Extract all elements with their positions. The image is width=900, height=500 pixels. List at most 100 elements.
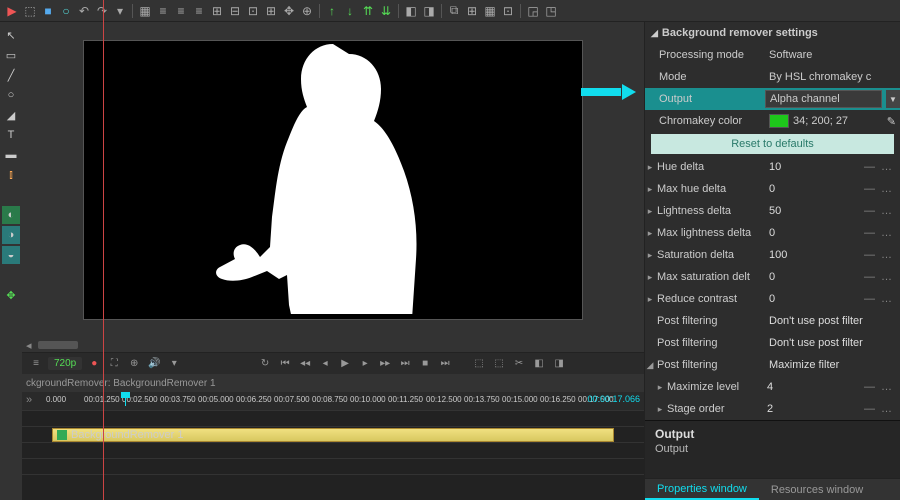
prop-value[interactable]: By HSL chromakey c <box>765 71 900 83</box>
tool-icon[interactable]: ◨ <box>421 3 437 19</box>
mark-icon[interactable]: ⬚ <box>491 356 507 372</box>
prop-value[interactable]: Software <box>765 49 900 61</box>
prev-icon[interactable]: ⏮ <box>277 356 293 372</box>
loop-icon[interactable]: ↻ <box>257 356 273 372</box>
center-icon[interactable]: ⊕ <box>299 3 315 19</box>
prop-row[interactable]: Post filteringDon't use post filter <box>645 310 900 332</box>
move-icon[interactable]: ✥ <box>2 286 20 304</box>
tooltip-icon[interactable]: ▬ <box>2 146 20 164</box>
timeline-tab[interactable]: ckgroundRemover: BackgroundRemover 1 <box>22 374 644 392</box>
rewind-icon[interactable]: ◂◂ <box>297 356 313 372</box>
pencil-icon[interactable]: ✎ <box>887 115 896 128</box>
tab-properties[interactable]: Properties window <box>645 479 759 500</box>
tool-icon[interactable]: ◒ <box>2 246 20 264</box>
prop-row[interactable]: Chromakey color34; 200; 27 ✎ <box>645 110 900 132</box>
prop-row[interactable]: ▸Max saturation delt0—… <box>645 266 900 288</box>
align-icon[interactable]: ⊟ <box>227 3 243 19</box>
align-icon[interactable]: ⊞ <box>263 3 279 19</box>
expand-icon[interactable]: ⛶ <box>106 356 122 372</box>
align-icon[interactable]: ≡ <box>155 3 171 19</box>
tool-icon[interactable]: ▶ <box>4 3 20 19</box>
settings-icon[interactable]: ◲ <box>525 3 541 19</box>
chevron-down-icon[interactable]: ▼ <box>886 90 900 108</box>
ffwd-icon[interactable]: ▸▸ <box>377 356 393 372</box>
prop-value[interactable]: Don't use post filter <box>765 315 900 327</box>
align-icon[interactable]: ≡ <box>173 3 189 19</box>
crop-icon[interactable]: ◧ <box>403 3 419 19</box>
prop-row[interactable]: OutputAlpha channel▼ <box>645 88 900 110</box>
timeline-ruler[interactable]: » 0.00000:01.25000:02.50000:03.75000:05.… <box>22 392 644 410</box>
redo-icon[interactable]: ↷ <box>94 3 110 19</box>
prop-value[interactable]: Don't use post filter <box>765 337 900 349</box>
tool-icon[interactable]: ◨ <box>551 356 567 372</box>
dropdown-icon[interactable]: ▾ <box>166 356 182 372</box>
tool-icon[interactable]: ◧ <box>531 356 547 372</box>
shape-icon[interactable]: ◢ <box>2 106 20 124</box>
play-icon[interactable]: ▶ <box>337 356 353 372</box>
prop-value[interactable]: 100—… <box>765 249 900 261</box>
prop-row[interactable]: ▸Hue delta10—… <box>645 156 900 178</box>
prop-row[interactable]: ▸Saturation delta100—… <box>645 244 900 266</box>
zoom-icon[interactable]: ⊕ <box>126 356 142 372</box>
group-icon[interactable]: ⊞ <box>464 3 480 19</box>
tool-icon[interactable]: ◑ <box>2 226 20 244</box>
prop-value[interactable]: 0—… <box>765 271 900 283</box>
group-icon[interactable]: ▦ <box>482 3 498 19</box>
section-header[interactable]: ◢Background remover settings <box>645 22 900 44</box>
tool-icon[interactable]: ◐ <box>2 206 20 224</box>
chart-icon[interactable]: ⫾ <box>2 166 20 184</box>
prop-value[interactable]: 50—… <box>765 205 900 217</box>
prop-value[interactable]: 2—… <box>763 403 900 415</box>
arrow-up-icon[interactable]: ⇈ <box>360 3 376 19</box>
prop-row[interactable]: ▸Max lightness delta0—… <box>645 222 900 244</box>
dropdown-icon[interactable]: ▾ <box>112 3 128 19</box>
undo-icon[interactable]: ↶ <box>76 3 92 19</box>
arrow-up-icon[interactable]: ↑ <box>324 3 340 19</box>
prop-row[interactable]: ▸Max hue delta0—… <box>645 178 900 200</box>
video-preview[interactable] <box>83 40 583 320</box>
align-icon[interactable]: ⊡ <box>245 3 261 19</box>
step-back-icon[interactable]: ◂ <box>317 356 333 372</box>
mark-icon[interactable]: ⬚ <box>471 356 487 372</box>
playhead-icon[interactable] <box>125 392 126 406</box>
stop-icon[interactable]: ■ <box>417 356 433 372</box>
prop-row[interactable]: ◢Post filteringMaximize filter <box>645 354 900 376</box>
tool-icon[interactable]: ■ <box>40 3 56 19</box>
resolution-pill[interactable]: 720p <box>48 357 82 370</box>
prop-row[interactable]: Post filteringDon't use post filter <box>645 332 900 354</box>
tab-resources[interactable]: Resources window <box>759 479 875 500</box>
volume-icon[interactable]: 🔊 <box>146 356 162 372</box>
prop-value[interactable]: 0—… <box>765 183 900 195</box>
prop-row[interactable]: ▸Reduce contrast0—… <box>645 288 900 310</box>
tool-icon[interactable]: ○ <box>58 3 74 19</box>
prop-value[interactable]: 10—… <box>765 161 900 173</box>
menu-icon[interactable]: ≡ <box>28 356 44 372</box>
prop-value[interactable]: 34; 200; 27 ✎ <box>765 114 900 128</box>
grid-icon[interactable]: ▦ <box>137 3 153 19</box>
tool-icon[interactable]: ⬚ <box>22 3 38 19</box>
step-fwd-icon[interactable]: ▸ <box>357 356 373 372</box>
arrow-down-icon[interactable]: ↓ <box>342 3 358 19</box>
align-icon[interactable]: ≡ <box>191 3 207 19</box>
circle-icon[interactable]: ○ <box>2 86 20 104</box>
settings-icon[interactable]: ◳ <box>543 3 559 19</box>
prop-value[interactable]: 0—… <box>765 227 900 239</box>
rect-icon[interactable]: ▭ <box>2 46 20 64</box>
cursor-icon[interactable]: ↖ <box>2 26 20 44</box>
center-icon[interactable]: ✥ <box>281 3 297 19</box>
prop-value[interactable]: 4—… <box>763 381 900 393</box>
timeline-clip[interactable]: BackgroundRemover 1 <box>52 428 614 442</box>
text-icon[interactable]: T <box>2 126 20 144</box>
color-swatch[interactable] <box>769 114 789 128</box>
reset-button[interactable]: Reset to defaults <box>651 134 894 154</box>
prop-value[interactable]: 0—… <box>765 293 900 305</box>
next-icon[interactable]: ⏭ <box>397 356 413 372</box>
align-icon[interactable]: ⊞ <box>209 3 225 19</box>
group-icon[interactable]: ⧉ <box>446 3 462 19</box>
prop-row[interactable]: Processing modeSoftware <box>645 44 900 66</box>
group-icon[interactable]: ⊡ <box>500 3 516 19</box>
prop-row[interactable]: ModeBy HSL chromakey c <box>645 66 900 88</box>
record-icon[interactable]: ● <box>86 356 102 372</box>
prop-value[interactable]: Maximize filter <box>765 359 900 371</box>
cut-icon[interactable]: ✂ <box>511 356 527 372</box>
